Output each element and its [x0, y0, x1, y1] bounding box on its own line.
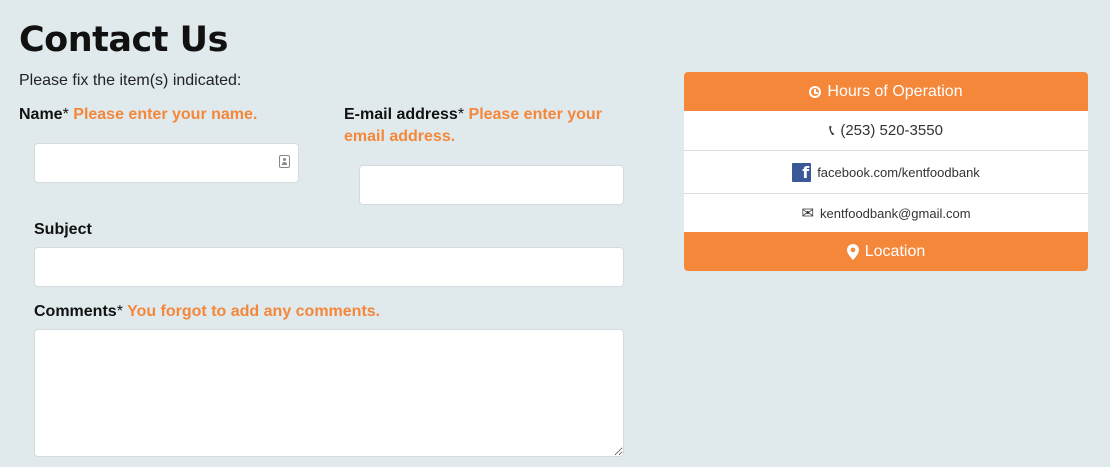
phone-row: 📞︎ (253) 520-3550	[684, 111, 1088, 151]
location-label: Location	[864, 242, 926, 260]
comments-label: Comments* You forgot to add any comments…	[34, 301, 380, 323]
name-error: Please enter your name.	[73, 106, 258, 123]
subject-label: Subject	[34, 219, 92, 241]
facebook-row: f facebook.com/kentfoodbank	[684, 151, 1088, 194]
phone-icon: 📞︎	[829, 122, 835, 139]
email-label-text: E-mail address	[344, 106, 458, 123]
email-row: ✉︎ kentfoodbank@gmail.com	[684, 194, 1088, 232]
email-link[interactable]: kentfoodbank@gmail.com	[820, 206, 971, 221]
required-mark: *	[62, 106, 69, 123]
contact-page: Contact Us Please fix the item(s) indica…	[0, 0, 1110, 467]
subject-label-text: Subject	[34, 221, 92, 238]
location-button[interactable]: Location	[684, 232, 1088, 271]
facebook-link[interactable]: facebook.com/kentfoodbank	[817, 165, 980, 180]
required-mark: *	[457, 106, 465, 123]
email-input[interactable]	[359, 165, 624, 205]
required-mark: *	[116, 303, 123, 320]
comments-label-text: Comments	[34, 303, 117, 320]
name-input[interactable]	[34, 143, 299, 183]
hours-of-operation-button[interactable]: Hours of Operation	[684, 72, 1088, 111]
page-title: Contact Us	[19, 20, 228, 60]
phone-number[interactable]: (253) 520-3550	[840, 122, 943, 139]
facebook-icon: f	[792, 162, 812, 182]
name-label-text: Name	[19, 106, 63, 123]
map-marker-icon	[846, 243, 859, 260]
envelope-icon: ✉︎	[801, 204, 815, 222]
contact-card-icon	[279, 155, 290, 168]
validation-message: Please fix the item(s) indicated:	[19, 72, 242, 89]
clock-icon	[809, 85, 822, 98]
comments-error: You forgot to add any comments.	[127, 303, 381, 320]
email-error-continued: email address.	[344, 128, 456, 145]
subject-input[interactable]	[34, 247, 624, 287]
comments-textarea[interactable]	[34, 329, 624, 457]
email-error: Please enter your	[468, 106, 602, 123]
contact-info-panel: Hours of Operation 📞︎ (253) 520-3550 f f…	[684, 72, 1088, 271]
name-label: Name* Please enter your name.	[19, 104, 257, 126]
hours-label: Hours of Operation	[827, 82, 963, 100]
email-label: E-mail address* Please enter your email …	[344, 104, 634, 148]
